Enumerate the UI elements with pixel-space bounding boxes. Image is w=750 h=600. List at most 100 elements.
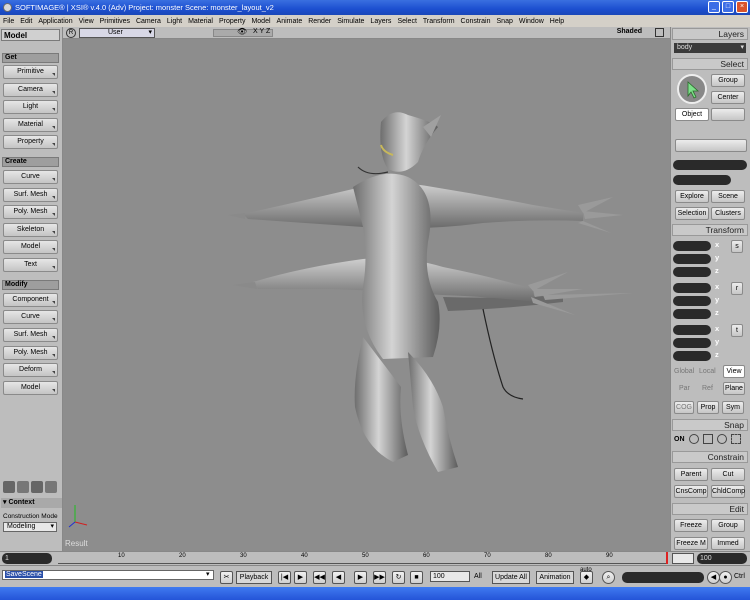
toolbar-header-model[interactable]: Model bbox=[1, 29, 60, 41]
snap-curve-icon[interactable] bbox=[703, 434, 713, 444]
local-option[interactable]: Local bbox=[699, 368, 716, 375]
render-toolbar-icon[interactable] bbox=[31, 481, 43, 493]
selection-field-2[interactable] bbox=[673, 175, 731, 185]
layer-select[interactable]: body ▾ bbox=[674, 43, 746, 53]
scale-y-field[interactable] bbox=[673, 254, 711, 264]
snap-on-toggle[interactable]: ON bbox=[674, 436, 685, 443]
key-set-icon[interactable]: ● bbox=[719, 571, 732, 584]
layers-header[interactable]: Layers bbox=[672, 28, 748, 40]
simulate-toolbar-icon[interactable] bbox=[45, 481, 57, 493]
menu-property[interactable]: Property bbox=[219, 18, 245, 25]
explore-button[interactable]: Explore bbox=[675, 190, 709, 203]
cog-button[interactable]: COG bbox=[674, 401, 694, 414]
menu-simulate[interactable]: Simulate bbox=[337, 18, 364, 25]
menu-render[interactable]: Render bbox=[308, 18, 331, 25]
fast-forward-icon[interactable]: ▶▶ bbox=[373, 571, 386, 584]
shading-mode[interactable]: Shaded bbox=[617, 28, 642, 35]
get-light-button[interactable]: Light bbox=[3, 100, 58, 114]
parent-button[interactable]: Parent bbox=[674, 468, 708, 481]
menu-light[interactable]: Light bbox=[167, 18, 182, 25]
create-model-button[interactable]: Model bbox=[3, 240, 58, 254]
section-modify[interactable]: Modify bbox=[2, 280, 59, 290]
select-arrow-icon[interactable] bbox=[677, 74, 707, 104]
modify-component-button[interactable]: Component bbox=[3, 293, 58, 307]
scissors-icon[interactable]: ✂ bbox=[220, 571, 233, 584]
camera-select[interactable]: User ▾ bbox=[79, 28, 155, 38]
first-frame-icon[interactable]: |◀ bbox=[278, 571, 291, 584]
select-object-button[interactable]: Object bbox=[675, 108, 709, 121]
play-icon[interactable]: ▶ bbox=[354, 571, 367, 584]
menu-edit[interactable]: Edit bbox=[20, 18, 32, 25]
scale-x-field[interactable] bbox=[673, 241, 711, 251]
timeline-end-field[interactable]: 100 bbox=[697, 553, 747, 564]
timeline[interactable]: 1 10 20 30 40 50 60 70 80 90 100 bbox=[0, 551, 750, 565]
get-property-button[interactable]: Property bbox=[3, 135, 58, 149]
select-group-button[interactable]: Group bbox=[711, 74, 745, 87]
get-camera-button[interactable]: Camera bbox=[3, 83, 58, 97]
menu-application[interactable]: Application bbox=[38, 18, 72, 25]
menu-constrain[interactable]: Constrain bbox=[461, 18, 491, 25]
edit-group-button[interactable]: Group bbox=[711, 519, 745, 532]
menu-material[interactable]: Material bbox=[188, 18, 213, 25]
viewport-letter-icon[interactable]: R bbox=[66, 28, 76, 38]
key-value-field[interactable] bbox=[622, 572, 704, 583]
select-filter-dropdown[interactable] bbox=[675, 139, 747, 152]
timeline-options-button[interactable] bbox=[672, 553, 694, 564]
menu-layers[interactable]: Layers bbox=[370, 18, 391, 25]
select-header[interactable]: Select bbox=[672, 58, 748, 70]
playhead[interactable] bbox=[666, 552, 668, 564]
modify-surf-mesh-button[interactable]: Surf. Mesh bbox=[3, 328, 58, 342]
status-line[interactable]: SaveScene bbox=[5, 571, 43, 578]
rotate-z-field[interactable] bbox=[673, 309, 711, 319]
modify-deform-button[interactable]: Deform bbox=[3, 363, 58, 377]
cut-button[interactable]: Cut bbox=[711, 468, 745, 481]
snap-grid-icon[interactable] bbox=[731, 434, 741, 444]
par-option[interactable]: Par bbox=[679, 385, 690, 392]
section-get[interactable]: Get bbox=[2, 53, 59, 63]
freeze-m-button[interactable]: Freeze M bbox=[674, 537, 708, 550]
playback-button[interactable]: Playback bbox=[236, 571, 272, 584]
current-frame-field[interactable]: 100 bbox=[430, 571, 470, 582]
snap-header[interactable]: Snap bbox=[672, 419, 748, 431]
selection-button[interactable]: Selection bbox=[675, 207, 709, 220]
modify-model-button[interactable]: Model bbox=[3, 381, 58, 395]
plane-option[interactable]: Plane bbox=[723, 382, 745, 395]
edit-header[interactable]: Edit bbox=[672, 503, 748, 515]
prop-button[interactable]: Prop bbox=[697, 401, 719, 414]
create-skeleton-button[interactable]: Skeleton bbox=[3, 223, 58, 237]
rewind-icon[interactable]: ◀◀ bbox=[313, 571, 326, 584]
section-create[interactable]: Create bbox=[2, 157, 59, 167]
childcomp-button[interactable]: ChldComp bbox=[711, 485, 745, 498]
auto-key-label[interactable]: auto bbox=[580, 567, 592, 573]
update-all-button[interactable]: Update All bbox=[492, 571, 530, 584]
all-toggle[interactable]: All bbox=[474, 573, 482, 580]
rotate-button[interactable]: r bbox=[731, 282, 743, 295]
cnscomp-button[interactable]: CnsComp bbox=[674, 485, 708, 498]
scale-button[interactable]: s bbox=[731, 240, 743, 253]
translate-x-field[interactable] bbox=[673, 325, 711, 335]
play-backward-icon[interactable]: ◀ bbox=[332, 571, 345, 584]
chevron-down-icon[interactable]: ▾ bbox=[206, 570, 210, 578]
animate-toolbar-icon[interactable] bbox=[17, 481, 29, 493]
close-button[interactable]: × bbox=[736, 1, 748, 13]
global-option[interactable]: Global bbox=[674, 368, 694, 375]
select-center-button[interactable]: Center bbox=[711, 91, 745, 104]
scale-z-field[interactable] bbox=[673, 267, 711, 277]
menu-window[interactable]: Window bbox=[519, 18, 544, 25]
create-poly-mesh-button[interactable]: Poly. Mesh bbox=[3, 205, 58, 219]
menu-select[interactable]: Select bbox=[397, 18, 416, 25]
sym-button[interactable]: Sym bbox=[722, 401, 744, 414]
translate-button[interactable]: t bbox=[731, 324, 743, 337]
stop-icon[interactable]: ■ bbox=[410, 571, 423, 584]
menu-snap[interactable]: Snap bbox=[497, 18, 513, 25]
menu-transform[interactable]: Transform bbox=[423, 18, 455, 25]
viewport-xyz-label[interactable]: X Y Z bbox=[253, 28, 270, 35]
rotate-x-field[interactable] bbox=[673, 283, 711, 293]
maximize-button[interactable]: □ bbox=[722, 1, 734, 13]
animation-button[interactable]: Animation bbox=[536, 571, 574, 584]
translate-y-field[interactable] bbox=[673, 338, 711, 348]
menu-model[interactable]: Model bbox=[251, 18, 270, 25]
construction-mode-select[interactable]: Modeling ▾ bbox=[3, 522, 57, 532]
time-ruler[interactable]: 10 20 30 40 50 60 70 80 90 bbox=[58, 552, 668, 564]
clusters-button[interactable]: Clusters bbox=[711, 207, 745, 220]
